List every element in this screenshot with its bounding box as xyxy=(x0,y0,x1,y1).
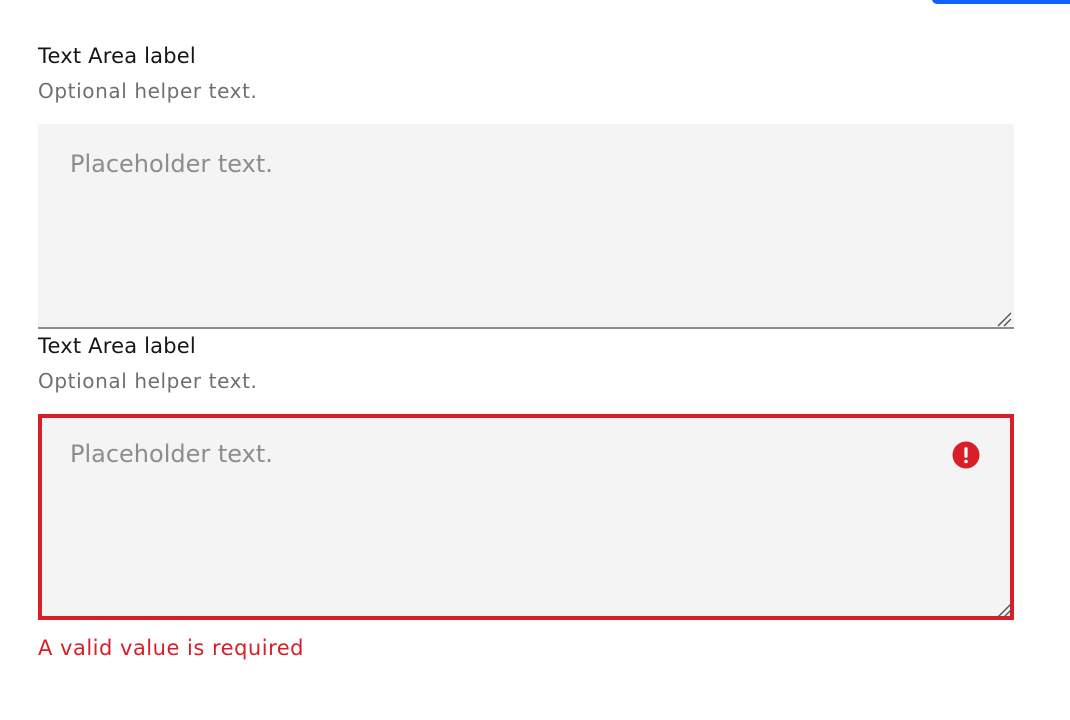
text-area-wrapper xyxy=(38,414,1014,620)
helper-text: Optional helper text. xyxy=(38,369,258,393)
text-area-input-invalid[interactable] xyxy=(38,414,1014,620)
helper-text: Optional helper text. xyxy=(38,79,258,103)
warning-filled-icon xyxy=(952,441,980,469)
error-message: A valid value is required xyxy=(38,636,304,660)
text-area-wrapper xyxy=(38,124,1014,329)
top-accent-button-edge[interactable] xyxy=(932,0,1070,4)
text-area-field-invalid: Text Area label Optional helper text. A … xyxy=(38,332,1014,662)
text-area-input[interactable] xyxy=(38,124,1014,329)
text-area-field: Text Area label Optional helper text. xyxy=(38,42,1014,329)
text-area-label: Text Area label xyxy=(38,334,196,358)
text-area-label: Text Area label xyxy=(38,44,196,68)
page: Text Area label Optional helper text. Te… xyxy=(0,0,1070,720)
